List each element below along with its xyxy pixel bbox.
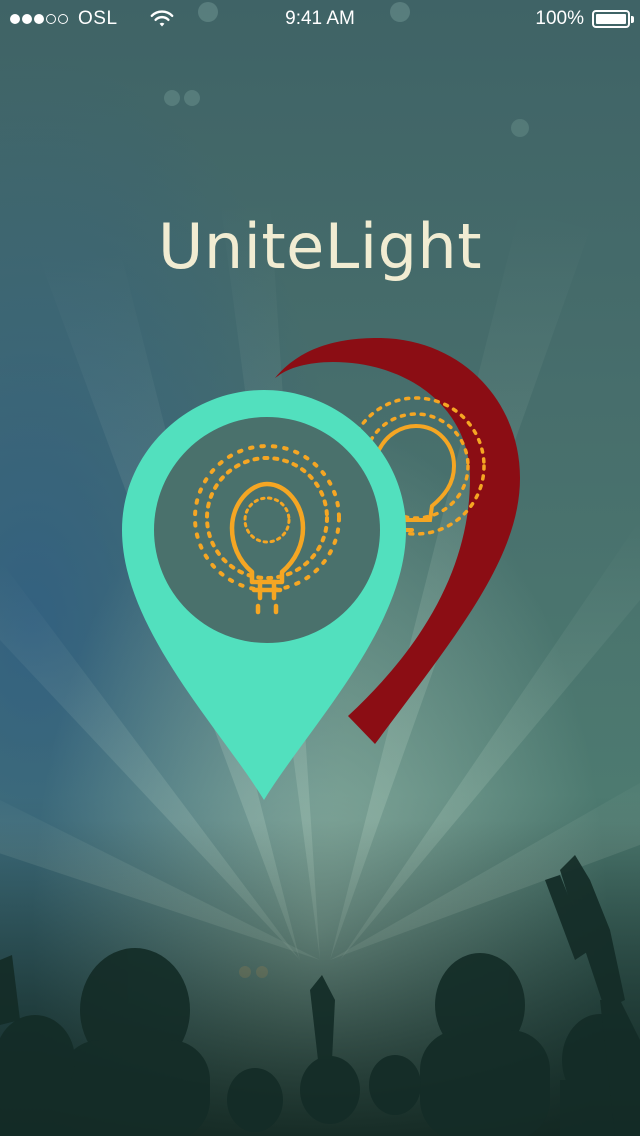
- app-logo: [122, 338, 520, 800]
- teal-map-pin-icon: [122, 390, 406, 800]
- splash-screen: OSL 9:41 AM 100% UniteLight: [0, 0, 640, 1136]
